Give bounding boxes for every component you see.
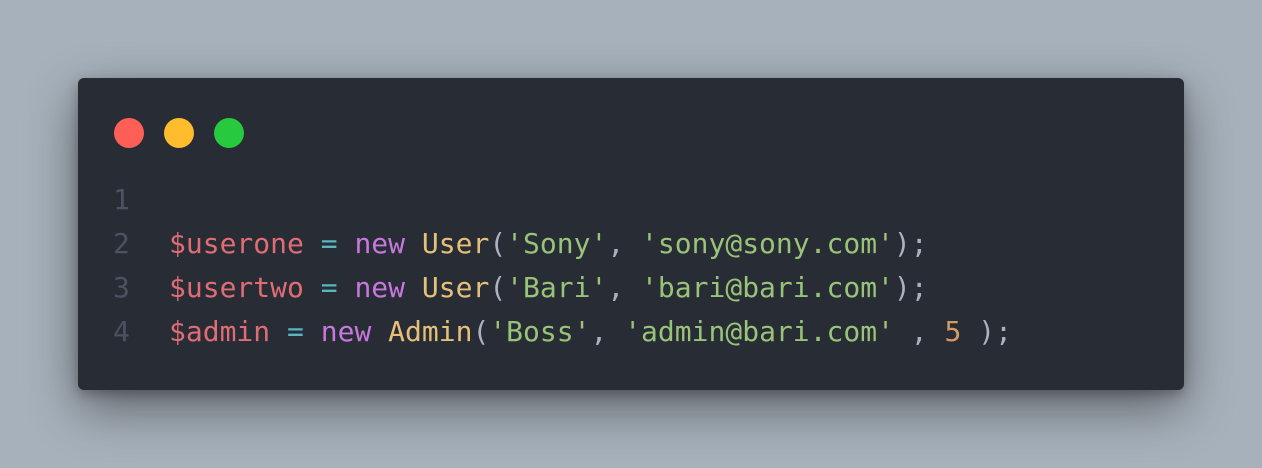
code-line: 3 $usertwo = new User('Bari', 'bari@bari.… [113, 266, 1012, 310]
string-token: 'Boss' [489, 315, 591, 348]
code-window: 1 2 $userone = new User('Sony', 'sony@sony… [78, 78, 1184, 390]
variable-token: $admin [169, 315, 271, 348]
string-token: 'admin@bari.com' [624, 315, 894, 348]
comma-token: , [590, 315, 625, 348]
comma-token: , [607, 227, 642, 260]
minimize-button[interactable] [164, 118, 194, 148]
variable-token: $userone [169, 227, 304, 260]
close-token: ); [893, 227, 928, 260]
class-token: Admin [388, 315, 473, 348]
close-token: ); [893, 271, 928, 304]
line-number: 2 [113, 227, 130, 260]
class-token: User [421, 271, 490, 304]
comma-token: , [607, 271, 642, 304]
string-token: 'Bari' [506, 271, 608, 304]
close-button[interactable] [114, 118, 144, 148]
operator-token: = [303, 271, 355, 304]
operator-token: = [270, 315, 321, 348]
keyword-token: new [354, 271, 406, 304]
paren-token: ( [472, 315, 490, 348]
string-token: 'sony@sony.com' [641, 227, 894, 260]
string-token: 'Sony' [506, 227, 608, 260]
code-line: 2 $userone = new User('Sony', 'sony@sony.… [113, 222, 1012, 266]
paren-token: ( [489, 271, 507, 304]
paren-token: ( [489, 227, 507, 260]
line-number: 3 [113, 271, 130, 304]
maximize-button[interactable] [214, 118, 244, 148]
line-number: 1 [113, 183, 130, 216]
code-block: 1 2 $userone = new User('Sony', 'sony@sony… [113, 178, 1012, 354]
keyword-token: new [320, 315, 372, 348]
keyword-token: new [354, 227, 406, 260]
close-token: ); [961, 315, 1012, 348]
number-token: 5 [944, 315, 962, 348]
line-number: 4 [113, 315, 130, 348]
variable-token: $usertwo [169, 271, 304, 304]
class-token: User [421, 227, 490, 260]
operator-token: = [303, 227, 355, 260]
code-line: 4 $admin = new Admin('Boss', 'admin@bari.… [113, 310, 1012, 354]
code-line: 1 [113, 178, 1012, 222]
comma-token: , [893, 315, 945, 348]
string-token: 'bari@bari.com' [641, 271, 894, 304]
